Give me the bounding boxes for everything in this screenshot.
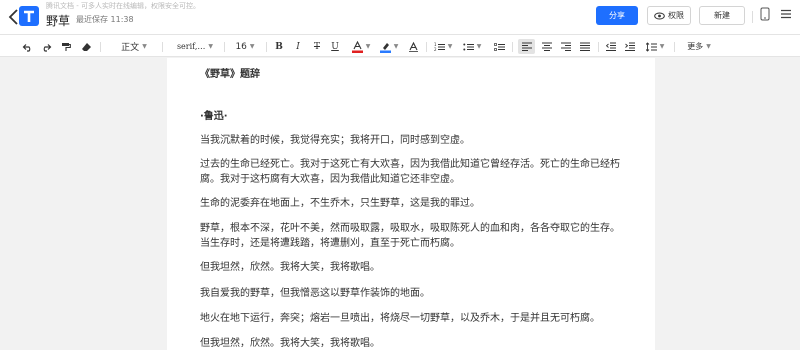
- permission-button[interactable]: 权限: [647, 6, 691, 25]
- paragraph-style-dropdown[interactable]: 正文 ▼: [112, 39, 156, 54]
- new-button-label: 新建: [714, 11, 730, 20]
- increase-indent-button[interactable]: [623, 39, 637, 54]
- line-spacing-button[interactable]: ▼: [644, 39, 666, 54]
- bullet-list-icon: [462, 43, 474, 50]
- share-button[interactable]: 分享: [596, 6, 638, 25]
- font-family-dropdown[interactable]: serif,… ▼: [170, 39, 220, 54]
- paragraph[interactable]: 我自爱我的野草，但我憎恶这以野草作装饰的地面。: [200, 286, 430, 301]
- formatting-toolbar: 正文 ▼ serif,… ▼ 16 ▼ B I T U ▼ ▼ 1 2 ▼ ▼ …: [0, 34, 800, 57]
- svg-text:2: 2: [434, 47, 437, 52]
- paragraph[interactable]: 当生存时，还是将遭践踏，将遭删刈，直至于死亡而朽腐。: [200, 236, 460, 251]
- redo-button[interactable]: [39, 39, 53, 54]
- paragraph[interactable]: 腐。我对于这朽腐有大欢喜，因为我借此知道它还非空虚。: [200, 172, 460, 187]
- font-color-swatch: [351, 50, 363, 53]
- chevron-down-icon: ▼: [447, 43, 453, 50]
- eraser-icon: [81, 42, 91, 51]
- more-options-button[interactable]: 更多 ▼: [684, 39, 714, 54]
- toolbar-divider: [266, 42, 267, 52]
- toolbar-divider: [674, 42, 675, 52]
- font-color-icon: [351, 40, 363, 53]
- paragraph[interactable]: 过去的生命已经死亡。我对于这死亡有大欢喜，因为我借此知道它曾经存活。死亡的生命已…: [200, 157, 620, 172]
- justify-button[interactable]: [578, 39, 592, 54]
- numbered-list-icon: 1 2: [434, 42, 445, 52]
- clear-style-button[interactable]: [406, 39, 420, 54]
- hamburger-menu-icon[interactable]: [780, 8, 792, 20]
- toolbar-divider: [100, 42, 101, 52]
- format-painter-icon: [62, 42, 71, 51]
- paragraph[interactable]: 但我坦然，欣然。我将大笑，我将歌唱。: [200, 336, 380, 350]
- bold-icon: B: [275, 41, 283, 52]
- paragraph-style-value: 正文: [121, 43, 140, 53]
- redo-icon: [43, 43, 51, 52]
- highlight-color-button[interactable]: ▼: [378, 39, 400, 54]
- chevron-down-icon: ▼: [706, 43, 711, 50]
- chevron-down-icon: ▼: [208, 43, 214, 50]
- highlight-color-swatch: [379, 50, 391, 53]
- line-spacing-icon: [645, 41, 657, 52]
- last-saved-status: 最近保存 11:38: [76, 15, 134, 24]
- align-center-button[interactable]: [540, 39, 554, 54]
- format-painter-button[interactable]: [59, 39, 73, 54]
- tencent-docs-logo-icon[interactable]: [18, 5, 40, 27]
- toolbar-divider: [162, 42, 163, 52]
- toolbar-divider: [224, 42, 225, 52]
- italic-icon: I: [296, 41, 300, 52]
- checklist-button[interactable]: [492, 39, 506, 54]
- numbered-list-button[interactable]: 1 2 ▼: [433, 39, 453, 54]
- clear-format-button[interactable]: [79, 39, 93, 54]
- align-right-icon: [561, 42, 571, 51]
- author-line[interactable]: ·鲁迅·: [200, 109, 228, 124]
- strikethrough-icon: T: [313, 41, 320, 52]
- toolbar-divider: [512, 42, 513, 52]
- chevron-down-icon: ▼: [365, 43, 371, 50]
- strikethrough-button[interactable]: T: [311, 39, 323, 54]
- paragraph[interactable]: 但我坦然，欣然。我将大笑，我将歌唱。: [200, 260, 380, 275]
- permission-button-label: 权限: [668, 11, 684, 20]
- align-right-button[interactable]: [559, 39, 573, 54]
- undo-icon: [22, 43, 30, 52]
- chevron-down-icon: ▼: [476, 43, 482, 50]
- underline-button[interactable]: U: [329, 39, 341, 54]
- paragraph[interactable]: 当我沉默着的时候，我觉得充实；我将开口，同时感到空虚。: [200, 133, 470, 148]
- indent-icon: [625, 42, 635, 51]
- toolbar-divider: [598, 42, 599, 52]
- font-color-button[interactable]: ▼: [350, 39, 372, 54]
- new-document-button[interactable]: 新建: [699, 6, 745, 25]
- document-page[interactable]: 《野草》题辞 ·鲁迅· 当我沉默着的时候，我觉得充实；我将开口，同时感到空虚。 …: [167, 58, 655, 350]
- font-size-dropdown[interactable]: 16 ▼: [230, 39, 260, 54]
- checklist-icon: [493, 42, 505, 51]
- chevron-down-icon: ▼: [393, 43, 399, 50]
- chevron-down-icon: ▼: [142, 43, 147, 50]
- align-left-button[interactable]: [518, 39, 535, 54]
- more-options-label: 更多: [687, 42, 704, 51]
- collab-hint-text: 腾讯文档 - 可多人实时在线编辑，权限安全可控。: [46, 2, 200, 10]
- align-left-icon: [521, 42, 532, 51]
- doc-heading[interactable]: 《野草》题辞: [200, 67, 260, 82]
- bold-button[interactable]: B: [273, 39, 285, 54]
- italic-button[interactable]: I: [292, 39, 304, 54]
- eye-icon: [654, 12, 665, 19]
- font-family-value: serif,…: [176, 42, 206, 51]
- paragraph[interactable]: 野草，根本不深，花叶不美，然而吸取露，吸取水，吸取陈死人的血和肉，各各夺取它的生…: [200, 221, 620, 236]
- justify-icon: [580, 42, 590, 51]
- app-header: 腾讯文档 - 可多人实时在线编辑，权限安全可控。 野草 最近保存 11:38 分…: [0, 0, 800, 34]
- decrease-indent-button[interactable]: [604, 39, 618, 54]
- clear-style-icon: [408, 41, 418, 52]
- paragraph[interactable]: 地火在地下运行，奔突；熔岩一旦喷出，将烧尽一切野草，以及乔木，于是并且无可朽腐。: [200, 311, 600, 326]
- mobile-view-icon[interactable]: [760, 7, 770, 21]
- document-title[interactable]: 野草: [46, 12, 70, 29]
- share-button-label: 分享: [609, 11, 625, 20]
- highlighter-icon: [379, 42, 391, 53]
- chevron-down-icon: ▼: [249, 43, 255, 50]
- chevron-down-icon: ▼: [659, 43, 665, 50]
- paragraph[interactable]: 生命的泥委弃在地面上，不生乔木，只生野草，这是我的罪过。: [200, 196, 480, 211]
- toolbar-divider: [426, 42, 427, 52]
- bullet-list-button[interactable]: ▼: [462, 39, 482, 54]
- outdent-icon: [606, 42, 616, 51]
- font-size-value: 16: [235, 41, 247, 52]
- underline-icon: U: [331, 41, 339, 52]
- undo-button[interactable]: [20, 39, 34, 54]
- align-center-icon: [542, 42, 552, 51]
- header-divider: [752, 11, 753, 23]
